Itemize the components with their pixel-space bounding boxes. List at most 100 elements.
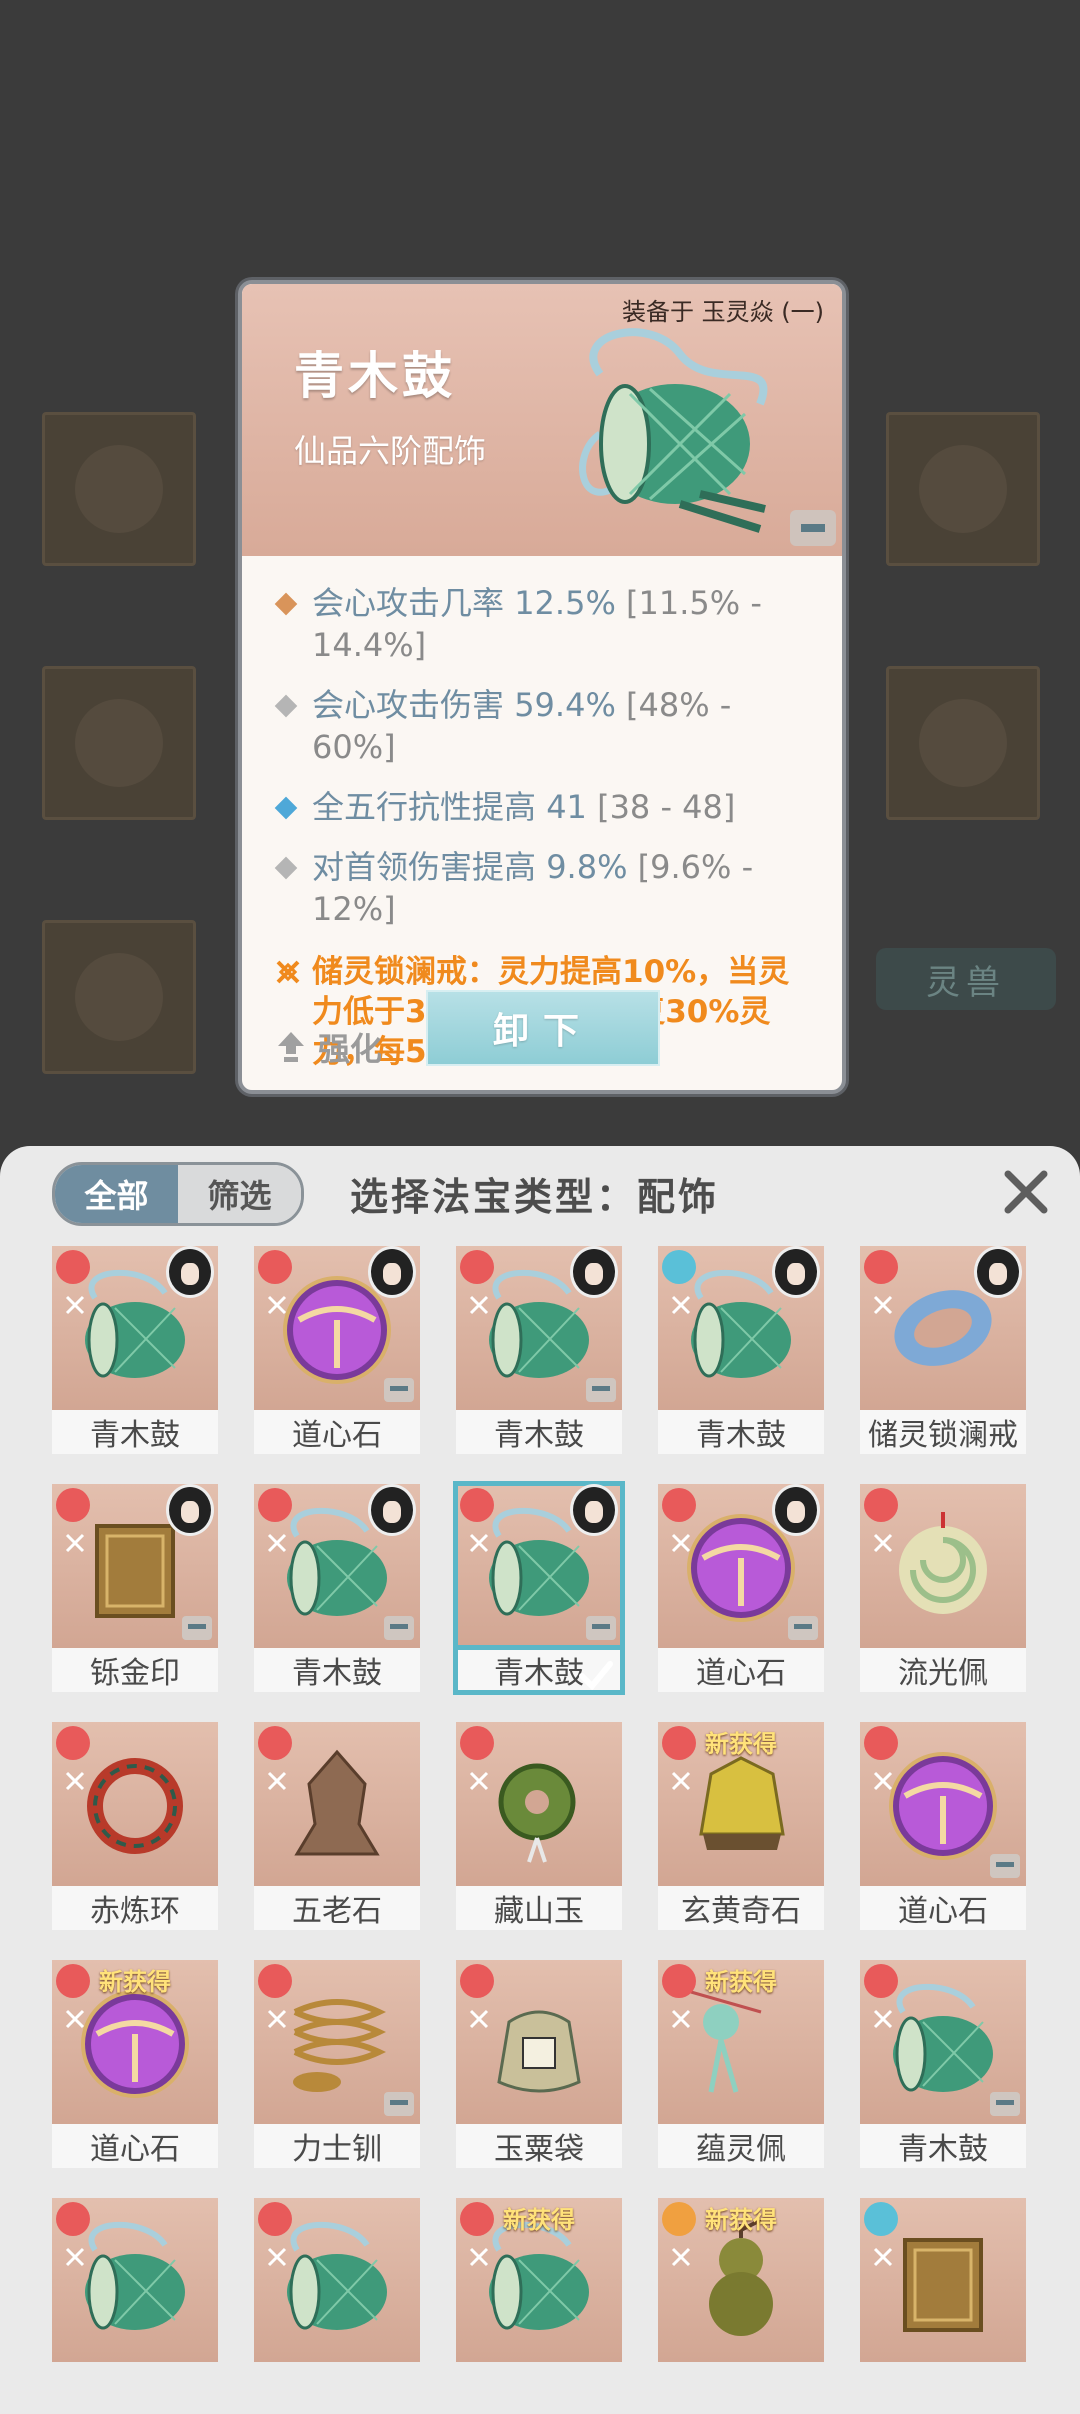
item-slot[interactable] (254, 2198, 420, 2406)
element-badge-icon (864, 1964, 898, 1998)
item-slot[interactable]: 青木鼓 (453, 1481, 625, 1695)
swirl-icon (65, 1771, 85, 1791)
item-slot[interactable]: 玉粟袋 (456, 1960, 622, 2168)
new-item-tag: 新获得 (705, 1968, 777, 1996)
owner-avatar (772, 1246, 820, 1298)
item-frame: 新获得 (658, 1722, 824, 1886)
diamond-icon (274, 856, 298, 880)
stat-name: 对首领伤害提高 (312, 848, 537, 886)
item-frame (52, 2198, 218, 2362)
item-label: 青木鼓 (860, 2124, 1026, 2168)
item-slot[interactable]: 力士钏 (254, 1960, 420, 2168)
owner-avatar (368, 1246, 416, 1298)
item-frame: 新获得 (658, 1960, 824, 2124)
tab-filter[interactable]: 筛选 (178, 1165, 301, 1223)
element-badge-icon (460, 1726, 494, 1760)
item-slot[interactable]: 藏山玉 (456, 1722, 622, 1930)
stat-name: 会心攻击伤害 (312, 686, 505, 724)
item-frame (860, 1960, 1026, 2124)
lock-icon (384, 2092, 414, 2116)
item-slot[interactable]: 青木鼓 (254, 1484, 420, 1692)
element-badge-icon (662, 1488, 696, 1522)
unequip-button[interactable]: 卸下 (426, 990, 660, 1066)
panel-title: 选择法宝类型：配饰 (350, 1175, 720, 1219)
item-slot[interactable]: 新获得 (658, 2198, 824, 2406)
item-slot[interactable]: 流光佩 (860, 1484, 1026, 1692)
item-slot[interactable]: 储灵锁澜戒 (860, 1246, 1026, 1454)
jade-icon (899, 1512, 987, 1614)
item-frame (456, 1960, 622, 2124)
close-icon[interactable] (1000, 1166, 1052, 1218)
item-frame (456, 1246, 622, 1410)
item-slot[interactable]: 铄金印 (52, 1484, 218, 1692)
item-slot[interactable]: 赤炼环 (52, 1722, 218, 1930)
gourd-icon (709, 2220, 773, 2336)
item-frame (860, 1246, 1026, 1410)
owner-avatar (772, 1484, 820, 1536)
swirl-icon (65, 1533, 85, 1553)
item-slot[interactable]: 五老石 (254, 1722, 420, 1930)
spirit-beast-button[interactable]: 灵兽 (876, 948, 1056, 1010)
item-slot[interactable]: 新获得 道心石 (52, 1960, 218, 2168)
lock-icon (384, 1378, 414, 1402)
swirl-icon (873, 2247, 893, 2267)
swirl-icon (873, 1295, 893, 1315)
swirl-icon (873, 2009, 893, 2029)
item-frame (254, 2198, 420, 2362)
tab-all[interactable]: 全部 (55, 1165, 178, 1223)
item-frame (860, 1722, 1026, 1886)
swirl-icon (469, 1771, 489, 1791)
drum-icon (893, 1984, 993, 2092)
item-label: 道心石 (52, 2124, 218, 2168)
element-badge-icon (864, 2202, 898, 2236)
item-slot[interactable]: 道心石 (860, 1722, 1026, 1930)
item-slot[interactable]: 新获得 蕴灵佩 (658, 1960, 824, 2168)
item-label: 青木鼓 (254, 1648, 420, 1692)
item-slot[interactable]: 新获得 玄黄奇石 (658, 1722, 824, 1930)
stat-value: 12.5% (514, 584, 616, 622)
element-badge-icon (460, 1964, 494, 1998)
element-badge-icon (258, 2202, 292, 2236)
item-slot[interactable] (52, 2198, 218, 2406)
owner-avatar (166, 1246, 214, 1298)
stat-value: 59.4% (514, 686, 616, 724)
item-slot[interactable]: 青木鼓 (860, 1960, 1026, 2168)
orb-icon (81, 1990, 189, 2098)
item-frame: 新获得 (658, 2198, 824, 2362)
item-frame (52, 1246, 218, 1410)
item-frame: 新获得 (456, 2198, 622, 2362)
lock-icon (586, 1378, 616, 1402)
owner-avatar (570, 1246, 618, 1298)
item-slot[interactable]: 新获得 (456, 2198, 622, 2406)
item-slot[interactable]: 青木鼓 (456, 1246, 622, 1454)
swirl-icon (267, 2247, 287, 2267)
skill-icon (276, 960, 300, 984)
item-label: 青木鼓 (658, 1410, 824, 1454)
swirl-icon (469, 1533, 489, 1553)
stat-row: 会心攻击几率 12.5% [11.5% - 14.4%] (272, 582, 820, 666)
element-badge-icon (56, 1726, 90, 1760)
upgrade-button[interactable]: 强化 (276, 1024, 382, 1070)
new-item-tag: 新获得 (503, 2206, 575, 2234)
item-frame (456, 1722, 622, 1886)
stat-row: 全五行抗性提高 41 [38 - 48] (272, 786, 820, 828)
item-detail-card: 装备于 玉灵焱 (一) 青木鼓 仙品六阶配饰 会心攻击几率 12.5% [11.… (238, 280, 846, 1094)
fire-icon (87, 1758, 183, 1854)
item-slot[interactable]: 青木鼓 (52, 1246, 218, 1454)
item-slot[interactable] (860, 2198, 1026, 2406)
item-slot[interactable]: 道心石 (254, 1246, 420, 1454)
item-slot[interactable]: 道心石 (658, 1484, 824, 1692)
item-slot[interactable]: 青木鼓 (658, 1246, 824, 1454)
element-badge-icon (864, 1726, 898, 1760)
item-grade: 仙品六阶配饰 (294, 432, 487, 470)
swirl-icon (469, 2247, 489, 2267)
lock-icon[interactable] (790, 510, 836, 546)
swirl-icon (65, 1295, 85, 1315)
stat-row: 会心攻击伤害 59.4% [48% - 60%] (272, 684, 820, 768)
item-frame (52, 1722, 218, 1886)
lock-icon (788, 1616, 818, 1640)
item-label: 玄黄奇石 (658, 1886, 824, 1930)
item-label: 五老石 (254, 1886, 420, 1930)
item-frame: 新获得 (52, 1960, 218, 2124)
item-select-panel: 全部 筛选 选择法宝类型：配饰 青木鼓 道心石 青木鼓 青木鼓 储灵锁澜戒 铄金印 青木鼓青… (0, 1146, 1080, 2414)
